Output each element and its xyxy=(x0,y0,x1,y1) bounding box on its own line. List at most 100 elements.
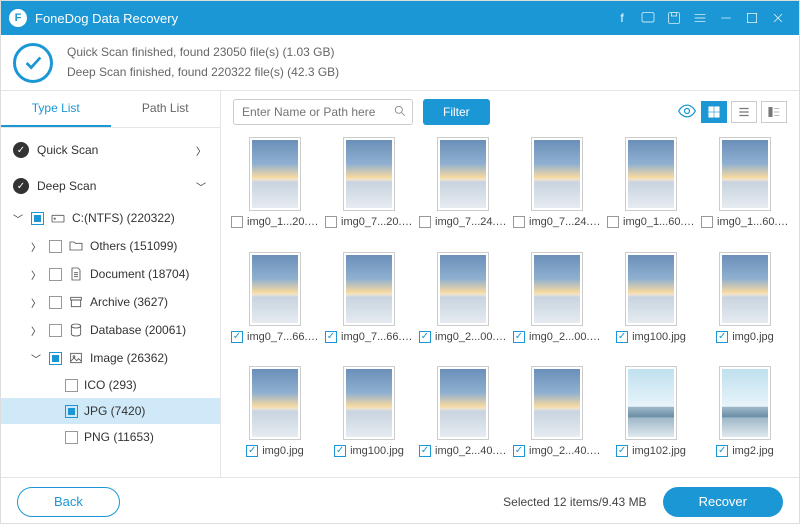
thumbnail xyxy=(531,252,583,326)
label: Document (18704) xyxy=(90,267,189,281)
file-name: img0_7...20.jpg xyxy=(341,216,413,228)
file-checkbox[interactable] xyxy=(325,216,337,228)
file-card[interactable]: img0.jpg xyxy=(701,252,789,359)
file-card[interactable]: img0_1...20.jpg xyxy=(231,137,319,244)
footer: Back Selected 12 items/9.43 MB Recover xyxy=(1,477,799,525)
file-card[interactable]: img0_2...40.jpg xyxy=(513,366,601,473)
chevron-down-icon: ﹀ xyxy=(29,351,43,366)
feedback-icon[interactable] xyxy=(635,5,661,31)
file-card[interactable]: img0_1...60.jpg xyxy=(607,137,695,244)
file-card[interactable]: img0_7...24.jpg xyxy=(513,137,601,244)
file-card[interactable]: img0_7...24.jpg xyxy=(419,137,507,244)
tree-archive[interactable]: 〉 Archive (3627) xyxy=(1,288,220,316)
search-icon[interactable] xyxy=(393,104,407,121)
file-checkbox[interactable] xyxy=(616,331,628,343)
chevron-right-icon: 〉 xyxy=(194,143,208,158)
tree-quick-scan[interactable]: ✓Quick Scan 〉 xyxy=(1,132,220,168)
file-grid: img0_1...20.jpg img0_7...20.jpg img0_7...2… xyxy=(221,133,799,477)
tab-type-list[interactable]: Type List xyxy=(1,91,111,127)
file-checkbox[interactable] xyxy=(419,445,431,457)
chevron-right-icon: 〉 xyxy=(29,323,43,338)
chevron-right-icon: 〉 xyxy=(29,239,43,254)
file-checkbox[interactable] xyxy=(716,331,728,343)
file-card[interactable]: img102.jpg xyxy=(607,366,695,473)
file-card[interactable]: img0_2...00.jpg xyxy=(513,252,601,359)
close-icon[interactable] xyxy=(765,5,791,31)
file-card[interactable]: img2.jpg xyxy=(701,366,789,473)
checkbox[interactable] xyxy=(65,405,78,418)
tree-deep-scan[interactable]: ✓Deep Scan ﹀ xyxy=(1,168,220,204)
save-icon[interactable] xyxy=(661,5,687,31)
recover-button[interactable]: Recover xyxy=(663,487,783,517)
tree-drive[interactable]: ﹀ C:(NTFS) (220322) xyxy=(1,204,220,232)
thumbnail xyxy=(719,252,771,326)
label: Quick Scan xyxy=(37,143,98,157)
checkbox[interactable] xyxy=(49,268,62,281)
chevron-right-icon: 〉 xyxy=(29,267,43,282)
file-checkbox[interactable] xyxy=(513,216,525,228)
tree-png[interactable]: PNG (11653) xyxy=(1,424,220,450)
file-checkbox[interactable] xyxy=(325,331,337,343)
preview-icon[interactable] xyxy=(677,101,697,124)
tree-image[interactable]: ﹀ Image (26362) xyxy=(1,344,220,372)
minimize-icon[interactable] xyxy=(713,5,739,31)
tree-database[interactable]: 〉 Database (20061) xyxy=(1,316,220,344)
tree-ico[interactable]: ICO (293) xyxy=(1,372,220,398)
checkbox[interactable] xyxy=(49,352,62,365)
file-checkbox[interactable] xyxy=(607,216,619,228)
file-card[interactable]: img0_7...66.jpg xyxy=(231,252,319,359)
checkbox[interactable] xyxy=(65,431,78,444)
file-checkbox[interactable] xyxy=(513,331,525,343)
checkbox[interactable] xyxy=(65,379,78,392)
maximize-icon[interactable] xyxy=(739,5,765,31)
file-checkbox[interactable] xyxy=(246,445,258,457)
file-card[interactable]: img0_7...20.jpg xyxy=(325,137,413,244)
file-name: img2.jpg xyxy=(732,445,774,457)
file-checkbox[interactable] xyxy=(701,216,713,228)
checkbox[interactable] xyxy=(49,324,62,337)
file-checkbox[interactable] xyxy=(419,216,431,228)
view-list-button[interactable] xyxy=(731,101,757,123)
content: Filter img0_1...20.jpgimg0_7...20.jpgimg… xyxy=(221,91,799,477)
share-facebook-icon[interactable]: f xyxy=(609,5,635,31)
file-name: img0_1...60.jpg xyxy=(717,216,789,228)
tab-path-list[interactable]: Path List xyxy=(111,91,221,127)
sidebar: Type List Path List ✓Quick Scan 〉 ✓Deep … xyxy=(1,91,221,477)
view-grid-button[interactable] xyxy=(701,101,727,123)
titlebar: F FoneDog Data Recovery f xyxy=(1,1,799,35)
tree-jpg[interactable]: JPG (7420) xyxy=(1,398,220,424)
file-checkbox[interactable] xyxy=(616,445,628,457)
file-card[interactable]: img0_7...66.jpg xyxy=(325,252,413,359)
tree-document[interactable]: 〉 Document (18704) xyxy=(1,260,220,288)
quick-scan-status: Quick Scan finished, found 23050 file(s)… xyxy=(67,43,339,62)
label: ICO (293) xyxy=(84,378,137,392)
file-card[interactable]: img100.jpg xyxy=(325,366,413,473)
thumbnail xyxy=(343,252,395,326)
file-checkbox[interactable] xyxy=(334,445,346,457)
file-checkbox[interactable] xyxy=(231,331,243,343)
app-logo: F xyxy=(9,9,27,27)
checkbox[interactable] xyxy=(31,212,44,225)
file-checkbox[interactable] xyxy=(419,331,431,343)
file-card[interactable]: img0_2...00.jpg xyxy=(419,252,507,359)
checkbox[interactable] xyxy=(49,296,62,309)
tree-others[interactable]: 〉 Others (151099) xyxy=(1,232,220,260)
thumbnail xyxy=(437,137,489,211)
file-card[interactable]: img0_2...40.jpg xyxy=(419,366,507,473)
document-icon xyxy=(68,266,84,282)
back-button[interactable]: Back xyxy=(17,487,120,517)
file-checkbox[interactable] xyxy=(716,445,728,457)
sidebar-tabs: Type List Path List xyxy=(1,91,220,128)
selection-stats: Selected 12 items/9.43 MB xyxy=(120,495,663,509)
file-card[interactable]: img100.jpg xyxy=(607,252,695,359)
file-card[interactable]: img0_1...60.jpg xyxy=(701,137,789,244)
file-checkbox[interactable] xyxy=(231,216,243,228)
filter-button[interactable]: Filter xyxy=(423,99,490,125)
checkbox[interactable] xyxy=(49,240,62,253)
file-card[interactable]: img0.jpg xyxy=(231,366,319,473)
file-checkbox[interactable] xyxy=(513,445,525,457)
search-input[interactable] xyxy=(233,99,413,125)
view-detail-button[interactable] xyxy=(761,101,787,123)
thumbnail xyxy=(343,137,395,211)
menu-icon[interactable] xyxy=(687,5,713,31)
